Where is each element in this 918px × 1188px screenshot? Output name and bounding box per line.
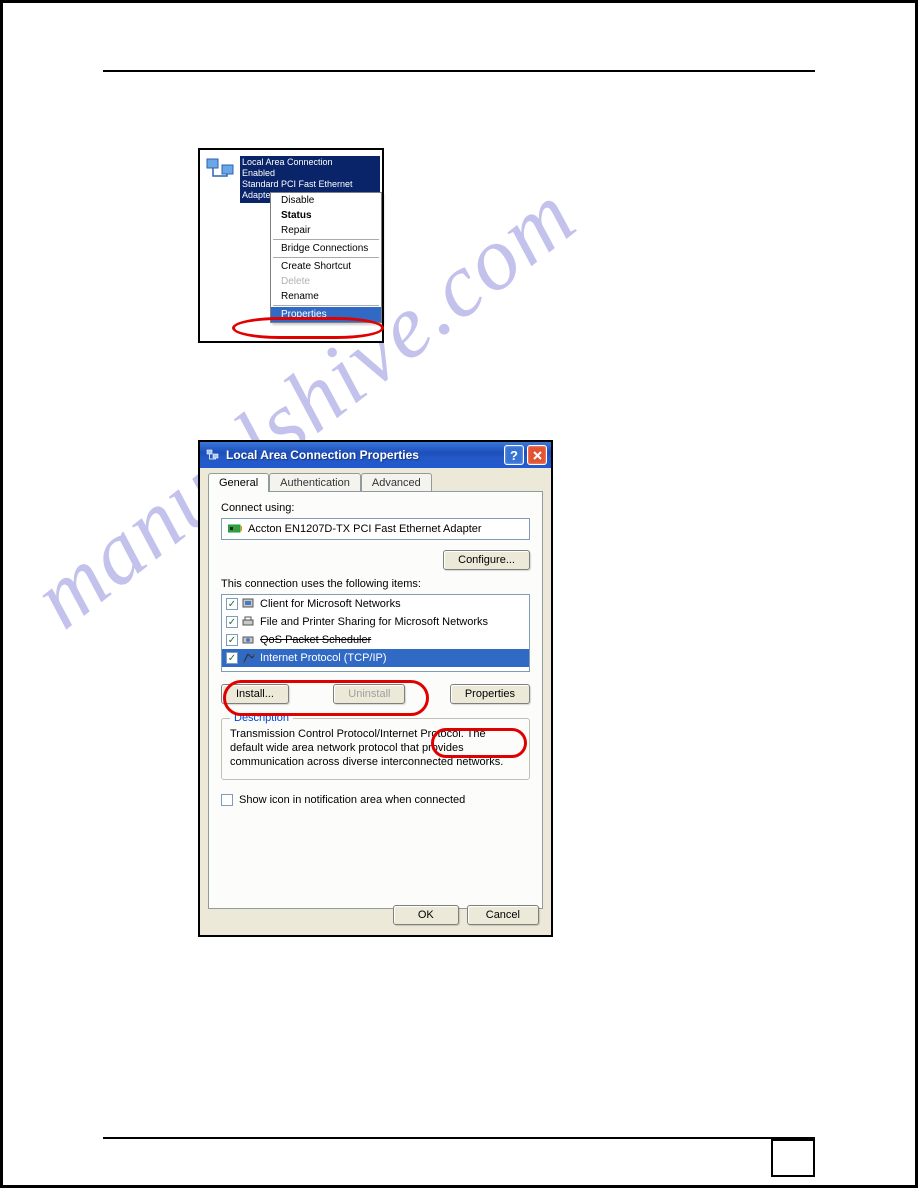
menu-item-repair[interactable]: Repair [271,223,381,238]
tab-strip: General Authentication Advanced [200,468,551,491]
network-connection-icon [206,156,236,182]
cancel-button[interactable]: Cancel [467,905,539,925]
qos-icon [242,633,256,647]
checkbox-icon[interactable]: ✓ [226,634,238,646]
properties-button[interactable]: Properties [450,684,530,704]
window-title: Local Area Connection Properties [226,448,501,462]
menu-item-rename[interactable]: Rename [271,289,381,304]
install-button[interactable]: Install... [221,684,289,704]
page-frame: manualshive.com Local Area Connection En… [0,0,918,1188]
items-listbox[interactable]: ✓ Client for Microsoft Networks ✓ File a… [221,594,530,672]
menu-item-properties[interactable]: Properties [271,307,381,322]
top-rule [103,70,815,72]
properties-dialog: Local Area Connection Properties ? Gener… [198,440,553,937]
tab-body-general: Connect using: Accton EN1207D-TX PCI Fas… [208,491,543,909]
description-text: Transmission Control Protocol/Internet P… [230,727,521,769]
install-uninstall-properties-row: Install... Uninstall Properties [221,684,530,704]
menu-separator [273,305,379,306]
checkbox-icon[interactable]: ✓ [226,598,238,610]
menu-item-delete: Delete [271,274,381,289]
configure-button[interactable]: Configure... [443,550,530,570]
file-print-icon [242,615,256,629]
help-button[interactable]: ? [504,445,524,465]
client-service-icon [242,597,256,611]
nic-card-icon [228,523,242,535]
tab-advanced[interactable]: Advanced [361,473,432,492]
menu-separator [273,257,379,258]
ok-button[interactable]: OK [393,905,459,925]
menu-item-status[interactable]: Status [271,208,381,223]
show-icon-label: Show icon in notification area when conn… [239,794,465,806]
close-button[interactable] [527,445,547,465]
window-icon [206,448,220,462]
show-icon-row[interactable]: ✓ Show icon in notification area when co… [221,794,530,806]
list-item-label: QoS Packet Scheduler [260,634,371,646]
checkbox-icon[interactable]: ✓ [226,652,238,664]
menu-item-shortcut[interactable]: Create Shortcut [271,259,381,274]
items-label: This connection uses the following items… [221,578,530,590]
list-item-label: Internet Protocol (TCP/IP) [260,652,387,664]
checkbox-icon[interactable]: ✓ [226,616,238,628]
connection-name: Local Area Connection [242,157,378,168]
tab-general[interactable]: General [208,473,269,492]
connection-status: Enabled [242,168,378,179]
context-menu: Disable Status Repair Bridge Connections… [270,192,382,323]
list-item[interactable]: ✓ QoS Packet Scheduler [222,631,529,649]
description-fieldset: Description Transmission Control Protoco… [221,718,530,780]
adapter-name: Accton EN1207D-TX PCI Fast Ethernet Adap… [248,523,482,535]
context-menu-figure: Local Area Connection Enabled Standard P… [198,148,384,343]
menu-item-disable[interactable]: Disable [271,193,381,208]
description-legend: Description [230,712,293,724]
list-item[interactable]: ✓ Client for Microsoft Networks [222,595,529,613]
bottom-rule [103,1137,815,1139]
list-item-label: Client for Microsoft Networks [260,598,401,610]
tcpip-protocol-icon [242,651,256,665]
list-item-label: File and Printer Sharing for Microsoft N… [260,616,488,628]
menu-separator [273,239,379,240]
list-item[interactable]: ✓ File and Printer Sharing for Microsoft… [222,613,529,631]
menu-item-bridge[interactable]: Bridge Connections [271,241,381,256]
titlebar[interactable]: Local Area Connection Properties ? [200,442,551,468]
list-item-selected[interactable]: ✓ Internet Protocol (TCP/IP) [222,649,529,667]
page-number-box [771,1139,815,1177]
adapter-field[interactable]: Accton EN1207D-TX PCI Fast Ethernet Adap… [221,518,530,540]
tab-authentication[interactable]: Authentication [269,473,361,492]
checkbox-icon[interactable]: ✓ [221,794,233,806]
connect-using-label: Connect using: [221,502,530,514]
uninstall-button: Uninstall [333,684,405,704]
dialog-buttons: OK Cancel [393,905,539,925]
